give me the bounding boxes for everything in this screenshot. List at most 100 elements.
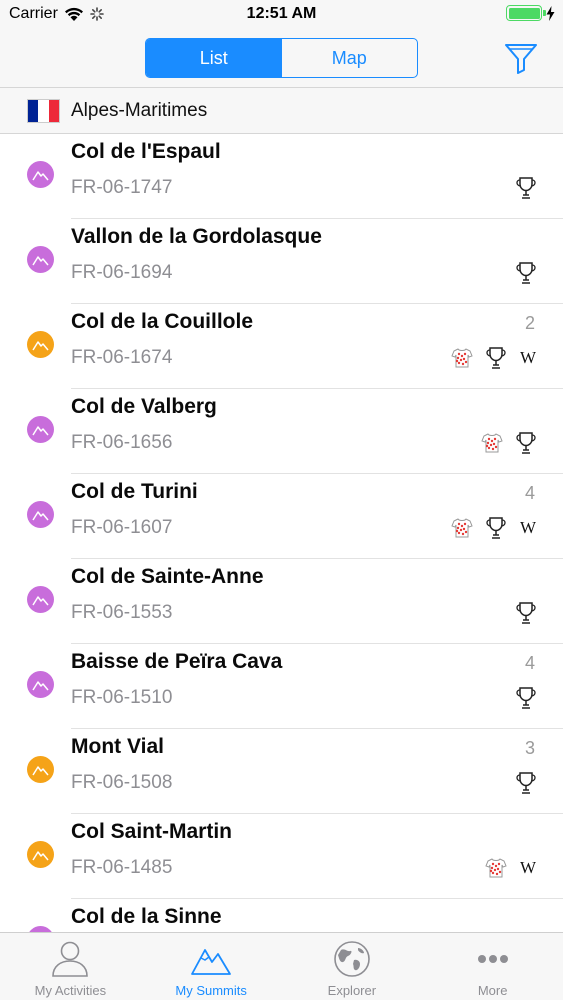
summit-code: FR-06-1694 bbox=[71, 262, 173, 283]
summit-category-icon bbox=[27, 246, 54, 273]
filter-funnel-icon bbox=[505, 44, 537, 74]
segment-map[interactable]: Map bbox=[282, 39, 418, 77]
trophy-badge bbox=[513, 685, 539, 711]
summit-name: Col de la Couillole bbox=[71, 310, 254, 333]
summit-row[interactable]: Col de Valberg FR-06-1656 bbox=[0, 389, 563, 474]
filter-button[interactable] bbox=[503, 40, 539, 76]
summit-row[interactable]: Col de la Sinne bbox=[0, 899, 563, 932]
trophy-badge bbox=[513, 260, 539, 286]
wikipedia-icon: W bbox=[519, 348, 537, 367]
battery-level bbox=[508, 7, 540, 19]
status-right bbox=[506, 5, 555, 21]
wikipedia-icon: W bbox=[519, 518, 537, 537]
summit-category-icon bbox=[27, 841, 54, 868]
mountain-glyph-icon bbox=[32, 510, 49, 520]
trophy-badge bbox=[513, 430, 539, 456]
summit-badges: W bbox=[449, 344, 539, 372]
view-mode-segmented-control: List Map bbox=[145, 38, 418, 78]
polka-dot-jersey-icon bbox=[451, 348, 473, 368]
summit-badges bbox=[513, 684, 539, 712]
battery-icon bbox=[506, 5, 546, 21]
globe-icon bbox=[330, 939, 374, 979]
mountain-glyph-icon bbox=[32, 765, 49, 775]
summit-badges bbox=[513, 259, 539, 287]
summit-list: Col de l'Espaul FR-06-1747 Vallon de la Go… bbox=[0, 134, 563, 932]
summit-row[interactable]: Col de Turini FR-06-1607 4 W bbox=[0, 474, 563, 559]
summit-row[interactable]: Mont Vial FR-06-1508 3 bbox=[0, 729, 563, 814]
tab-more[interactable]: More bbox=[422, 933, 563, 1000]
summit-row[interactable]: Baisse de Peïra Cava FR-06-1510 4 bbox=[0, 644, 563, 729]
trophy-icon bbox=[516, 687, 536, 709]
summit-category-icon bbox=[27, 586, 54, 613]
summit-row[interactable]: Col de l'Espaul FR-06-1747 bbox=[0, 134, 563, 219]
summit-row[interactable]: Vallon de la Gordolasque FR-06-1694 bbox=[0, 219, 563, 304]
summit-category-icon bbox=[27, 161, 54, 188]
trophy-badge bbox=[513, 175, 539, 201]
summit-name: Col de Valberg bbox=[71, 395, 217, 418]
trophy-badge bbox=[483, 345, 509, 371]
status-time: 12:51 AM bbox=[246, 5, 317, 22]
summit-name: Baisse de Peïra Cava bbox=[71, 650, 283, 673]
summit-name: Col Saint-Martin bbox=[71, 820, 232, 843]
summit-code: FR-06-1510 bbox=[71, 687, 173, 708]
flag-stripe-red bbox=[48, 99, 59, 122]
summit-name: Col de la Sinne bbox=[71, 905, 222, 928]
trophy-icon bbox=[486, 517, 506, 539]
flag-stripe-blue bbox=[28, 99, 39, 122]
tab-label-my-summits: My Summits bbox=[175, 983, 247, 998]
mountain-glyph-icon bbox=[32, 595, 49, 605]
summit-row[interactable]: Col de la Couillole FR-06-1674 2 W bbox=[0, 304, 563, 389]
summit-code: FR-06-1607 bbox=[71, 517, 173, 538]
tab-label-explorer: Explorer bbox=[327, 983, 377, 998]
summit-row[interactable]: Col Saint-Martin FR-06-1485 W bbox=[0, 814, 563, 899]
summit-code: FR-06-1674 bbox=[71, 347, 173, 368]
polka-dot-jersey-icon bbox=[485, 858, 507, 878]
segment-list[interactable]: List bbox=[146, 39, 282, 77]
tab-bar: My Activities My Summits Explorer More bbox=[0, 932, 563, 1000]
tab-my-activities[interactable]: My Activities bbox=[0, 933, 141, 1000]
battery-tip bbox=[543, 10, 546, 16]
region-name: Alpes-Maritimes bbox=[71, 99, 208, 121]
trophy-icon bbox=[516, 262, 536, 284]
mountain-glyph-icon bbox=[32, 340, 49, 350]
summit-category-icon bbox=[27, 671, 54, 698]
summit-code: FR-06-1485 bbox=[71, 857, 173, 878]
france-flag-icon bbox=[27, 98, 60, 123]
summit-category-icon bbox=[27, 331, 54, 358]
jersey-badge bbox=[449, 515, 475, 541]
charging-bolt-icon bbox=[546, 5, 555, 21]
summit-badges bbox=[479, 429, 539, 457]
summit-name: Vallon de la Gordolasque bbox=[71, 225, 322, 248]
polka-dot-jersey-icon bbox=[481, 433, 503, 453]
trophy-icon bbox=[486, 347, 506, 369]
trophy-badge bbox=[513, 770, 539, 796]
more-dots-icon bbox=[471, 939, 515, 979]
summit-badges bbox=[513, 599, 539, 627]
summit-code: FR-06-1656 bbox=[71, 432, 173, 453]
summit-category-icon bbox=[27, 501, 54, 528]
mountain-glyph-icon bbox=[32, 170, 49, 180]
trophy-icon bbox=[516, 772, 536, 794]
summit-category-icon bbox=[27, 756, 54, 783]
wikipedia-icon: W bbox=[519, 858, 537, 877]
summit-count: 4 bbox=[524, 653, 535, 673]
summit-badges bbox=[513, 769, 539, 797]
summit-code: FR-06-1553 bbox=[71, 602, 173, 623]
mountain-glyph-icon bbox=[32, 850, 49, 860]
flag-stripe-white bbox=[38, 99, 49, 122]
summit-code: FR-06-1508 bbox=[71, 772, 173, 793]
trophy-icon bbox=[516, 602, 536, 624]
trophy-badge bbox=[513, 600, 539, 626]
summit-count: 2 bbox=[524, 313, 535, 333]
summit-badges bbox=[513, 174, 539, 202]
tab-my-summits[interactable]: My Summits bbox=[141, 933, 282, 1000]
mountain-glyph-icon bbox=[32, 680, 49, 690]
summit-count: 3 bbox=[524, 738, 535, 758]
jersey-badge bbox=[479, 430, 505, 456]
summit-row[interactable]: Col de Sainte-Anne FR-06-1553 bbox=[0, 559, 563, 644]
tab-explorer[interactable]: Explorer bbox=[282, 933, 423, 1000]
mountain-glyph-icon bbox=[32, 425, 49, 435]
summit-badges: W bbox=[449, 514, 539, 542]
tab-label-my-activities: My Activities bbox=[34, 983, 107, 998]
trophy-icon bbox=[516, 177, 536, 199]
